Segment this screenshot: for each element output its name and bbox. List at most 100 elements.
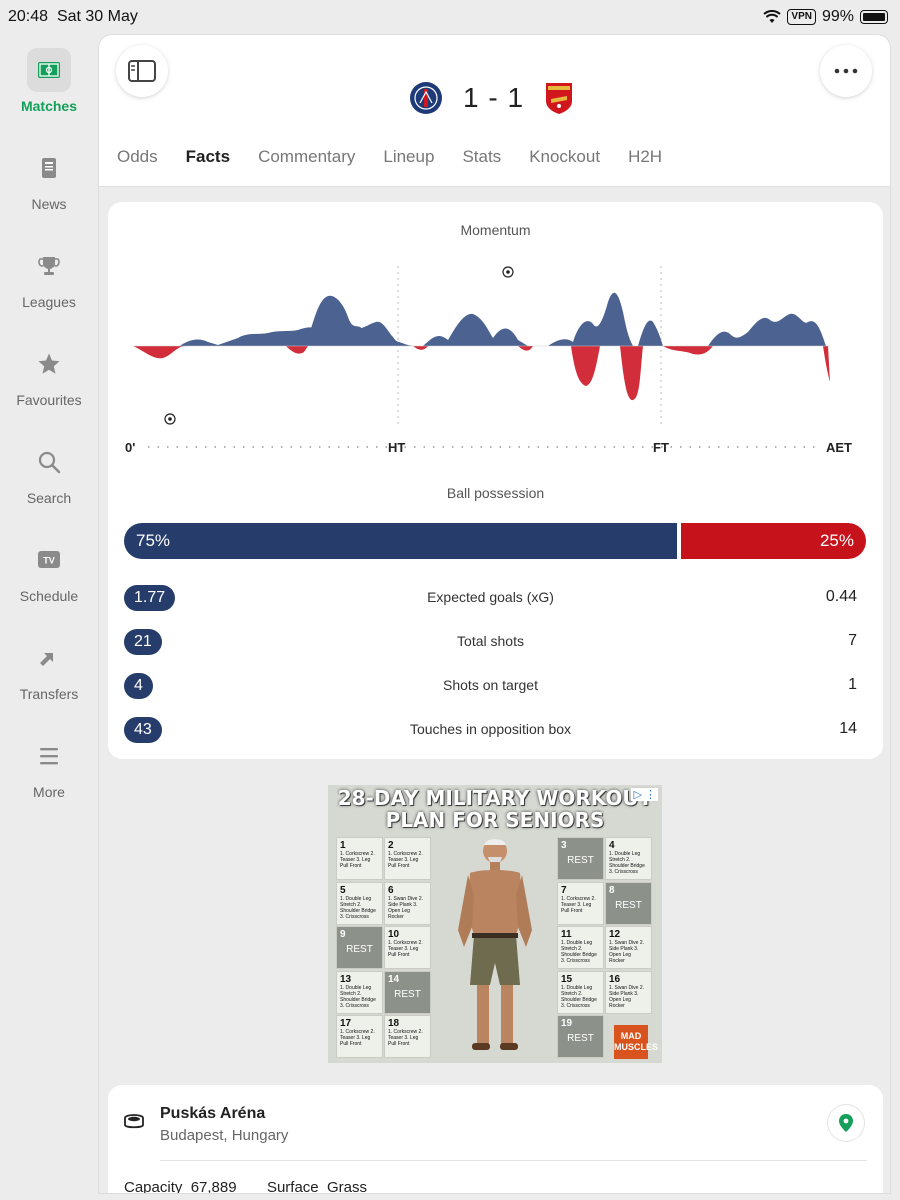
sidebar-item-label: Transfers [19, 686, 79, 702]
goal-marker-icon [164, 413, 176, 425]
away-team-crest-icon[interactable] [544, 81, 574, 115]
sidebar-item-label: More [33, 784, 65, 800]
more-dots-icon [834, 68, 858, 74]
momentum-axis-aet: AET [826, 440, 852, 455]
tab-stats[interactable]: Stats [462, 147, 501, 167]
tab-h2h[interactable]: H2H [628, 147, 662, 167]
possession-title: Ball possession [446, 485, 545, 501]
sidebar-item-search[interactable]: Search [0, 440, 98, 508]
sidebar-item-label: Search [26, 490, 72, 506]
tab-facts[interactable]: Facts [186, 147, 230, 167]
match-score: 1 - 1 [463, 82, 525, 113]
tab-knockout[interactable]: Knockout [529, 147, 600, 167]
wifi-icon [763, 10, 782, 23]
ad-schedule-day: 5 1. Double Leg Stretch 2. Shoulder Bridg… [336, 881, 383, 925]
ad-schedule-day: 14 REST [384, 970, 431, 1014]
ad-schedule-day: 19 REST [557, 1015, 604, 1058]
more-options-button[interactable] [820, 45, 872, 97]
stat-away-value: 14 [839, 720, 857, 737]
ad-schedule-day: 1 1. Corkscrew 2. Teaser 3. Leg Pull Fron… [336, 837, 383, 880]
stat-row-xg: 1.77 Expected goals (xG) 0.44 [124, 585, 857, 611]
momentum-away-area [133, 346, 183, 359]
ad-schedule-day: 13 1. Double Leg Stretch 2. Shoulder Brid… [336, 970, 383, 1014]
venue-city: Budapest, Hungary [160, 1127, 289, 1144]
stadium-icon [124, 1114, 144, 1129]
capacity-label: Capacity [124, 1179, 183, 1194]
momentum-title: Momentum [460, 222, 531, 238]
possession-home-value: 75% [136, 531, 171, 550]
match-tabs: Odds Facts Commentary Lineup Stats Knock… [117, 147, 662, 167]
tab-commentary[interactable]: Commentary [258, 147, 355, 167]
trophy-icon [27, 244, 71, 288]
sidebar-item-matches[interactable]: Matches [0, 48, 98, 116]
scoreline: 1 - 1 [409, 81, 574, 115]
svg-text:TV: TV [43, 556, 55, 566]
stat-label: Expected goals (xG) [427, 589, 554, 605]
home-team-crest-icon[interactable] [409, 81, 443, 115]
match-facts-card: Momentum 0' HT FT AET Ball possession 75… [108, 202, 883, 759]
venue-name: Puskás Aréna [160, 1105, 266, 1122]
sidebar-item-favourites[interactable]: Favourites [0, 342, 98, 410]
ad-schedule-day: 12 1. Swan Dive 2. Side Plank 3. Open Leg… [605, 926, 652, 969]
ad-schedule-day: 17 1. Corkscrew 2. Teaser 3. Leg Pull Fro… [336, 1015, 383, 1058]
possession-away-bar: 25% [681, 523, 866, 559]
status-right: VPN 99% [763, 8, 888, 26]
sidebar-toggle-button[interactable] [116, 45, 168, 97]
ad-schedule-day: 11 1. Double Leg Stretch 2. Shoulder Brid… [557, 926, 604, 969]
sidebar: Matches News Leagues Favourites Search T… [0, 34, 98, 1200]
stat-away-value: 1 [848, 676, 857, 693]
ad-schedule-day: 16 1. Swan Dive 2. Side Plank 3. Open Leg… [605, 970, 652, 1014]
momentum-axis-ht: HT [388, 440, 406, 455]
stat-row-total-shots: 21 Total shots 7 [124, 629, 857, 655]
goal-marker-icon [502, 266, 514, 278]
news-icon [27, 146, 71, 190]
transfer-arrows-icon [27, 636, 71, 680]
sidebar-item-label: Leagues [22, 294, 76, 310]
advertisement-banner[interactable]: 28-DAY MILITARY WORKOUT PLAN FOR SENIORS … [328, 785, 662, 1063]
tab-lineup[interactable]: Lineup [383, 147, 434, 167]
ad-schedule-day: 15 1. Double Leg Stretch 2. Shoulder Brid… [557, 970, 604, 1014]
venue-card: Puskás Aréna Budapest, Hungary Capacity … [108, 1085, 883, 1194]
ad-choices-icon[interactable]: ▷ ⋮ [631, 788, 658, 801]
stat-away-value: 0.44 [825, 588, 857, 605]
ad-title: 28-DAY MILITARY WORKOUT PLAN FOR SENIORS [337, 786, 653, 832]
vpn-badge: VPN [787, 9, 816, 25]
stat-label: Total shots [457, 633, 524, 649]
sidebar-item-transfers[interactable]: Transfers [0, 636, 98, 704]
match-header: 1 - 1 Odds Facts Commentary Lineup Stats… [99, 35, 890, 187]
sidebar-item-schedule[interactable]: TV Schedule [0, 538, 98, 606]
ad-schedule-day: 9 REST [336, 926, 383, 969]
ad-schedule-day: 3 REST [557, 837, 604, 880]
momentum-graph [133, 266, 830, 448]
divider [160, 1160, 867, 1161]
momentum-axis-start: 0' [125, 440, 136, 455]
ad-schedule-day: 6 1. Swan Dive 2. Side Plank 3. Open Leg … [384, 881, 431, 925]
battery-icon [860, 10, 888, 24]
tv-icon: TV [27, 538, 71, 582]
surface-value: Grass [326, 1179, 367, 1194]
sidebar-item-label: Schedule [19, 588, 79, 604]
sidebar-item-leagues[interactable]: Leagues [0, 244, 98, 312]
ad-schedule-day: 2 1. Corkscrew 2. Teaser 3. Leg Pull Fron… [384, 837, 431, 880]
ad-schedule-day: 7 1. Corkscrew 2. Teaser 3. Leg Pull Fron… [557, 881, 604, 925]
ad-athlete-image [458, 839, 532, 1050]
sidebar-toggle-icon [128, 60, 156, 82]
star-icon [27, 342, 71, 386]
sidebar-item-label: News [31, 196, 67, 212]
tab-odds[interactable]: Odds [117, 147, 158, 167]
venue-map-button[interactable] [828, 1105, 864, 1141]
possession-home-bar: 75% [124, 523, 677, 559]
surface-label: Surface [266, 1179, 319, 1194]
momentum-axis-ft: FT [653, 440, 669, 455]
sidebar-item-label: Matches [20, 98, 78, 114]
sidebar-item-more[interactable]: More [0, 734, 98, 802]
ad-schedule-day: 18 1. Corkscrew 2. Teaser 3. Leg Pull Fro… [384, 1015, 431, 1058]
stat-label: Touches in opposition box [409, 721, 572, 737]
sidebar-item-label: Favourites [16, 392, 82, 408]
stat-away-value: 7 [848, 632, 857, 649]
sidebar-item-news[interactable]: News [0, 146, 98, 214]
status-bar: 20:48 Sat 30 May VPN 99% [0, 0, 900, 34]
search-icon [27, 440, 71, 484]
capacity-value: 67,889 [190, 1179, 237, 1194]
ad-schedule-day: 8 REST [605, 881, 652, 925]
